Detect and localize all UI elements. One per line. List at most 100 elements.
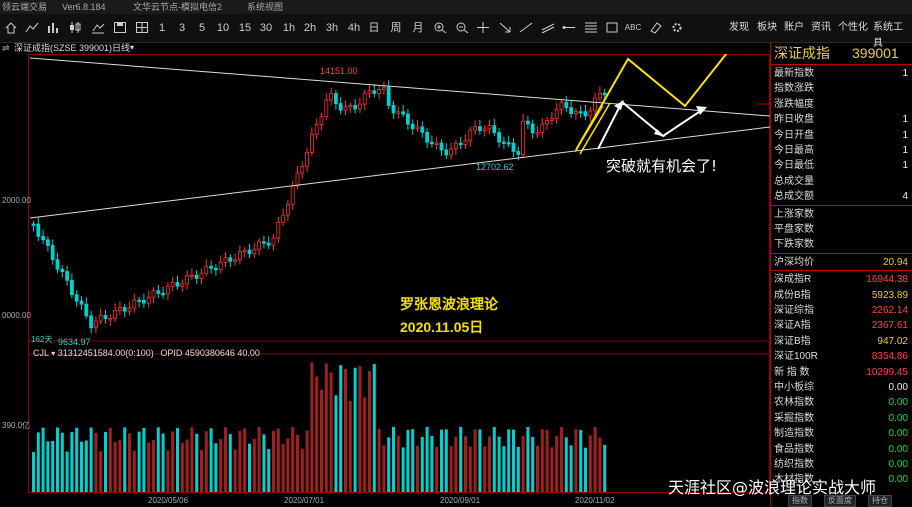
volume-bar [46, 441, 50, 492]
period-5[interactable]: 5 [195, 20, 209, 36]
candle [449, 148, 454, 156]
volume-bar [180, 442, 184, 492]
volume-bar [392, 427, 395, 492]
volume-bar [233, 449, 237, 492]
candle [31, 223, 36, 226]
period-1[interactable]: 1 [155, 20, 169, 36]
candle [377, 89, 382, 94]
candle [362, 92, 367, 105]
candle [372, 90, 377, 94]
row-label: 农林指数 [774, 397, 814, 409]
period-3h[interactable]: 3h [323, 20, 341, 36]
volume-bar [104, 431, 107, 492]
volume-bar [516, 446, 520, 492]
ray-tool-icon[interactable] [562, 21, 576, 34]
volume-bar [214, 443, 218, 492]
compare-icon[interactable] [91, 21, 105, 34]
candle [276, 221, 281, 239]
panel-row: 新 指 数 10299.45 [774, 365, 908, 380]
text-tool-button[interactable]: ABC [624, 20, 642, 36]
axis-label-2000: 2000.00 [2, 196, 31, 205]
volume-bar [344, 368, 347, 492]
fib-tool-icon[interactable] [584, 21, 598, 34]
system-view-menu[interactable]: 系统视图 [247, 0, 283, 14]
eraser-icon[interactable] [648, 21, 662, 34]
period-10[interactable]: 10 [214, 20, 232, 36]
line-tool-icon[interactable] [519, 21, 533, 34]
bar-chart-icon[interactable] [47, 21, 61, 34]
panel-rows: 最新指数 1 指数涨跌 涨跌幅度 昨日收盘 1 今日开盘 1 今日最高 1 今日最低 1 总成交量 总成交… [770, 62, 912, 502]
volume-value: 31312451584.00(0:100) [57, 348, 154, 358]
period-2h[interactable]: 2h [301, 20, 319, 36]
candle [559, 101, 564, 110]
watermark: 天涯社区@波浪理论实战大师 [668, 478, 877, 497]
zoom-out-icon[interactable] [455, 21, 469, 34]
chevron-down-icon[interactable]: ▾ [130, 42, 134, 54]
volume-bar [41, 427, 45, 492]
menu-personalize[interactable]: 个性化 [838, 20, 868, 36]
chart-period[interactable]: 日线 [112, 42, 130, 54]
volume-bar [324, 363, 328, 492]
gear-icon[interactable] [670, 21, 684, 34]
volume-bar [228, 434, 232, 492]
row-label: 今日最低 [774, 160, 814, 172]
row-value: 0.00 [888, 397, 908, 409]
candle [453, 142, 458, 150]
candle [468, 129, 473, 142]
row-label: 今日开盘 [774, 129, 814, 141]
period-30[interactable]: 30 [257, 20, 275, 36]
channel-tool-icon[interactable] [541, 21, 555, 34]
panel-row: 平盘家数 [774, 222, 908, 237]
grid-icon[interactable] [135, 21, 149, 34]
volume-bar [363, 397, 367, 492]
volume-bar [536, 445, 539, 492]
panel-row: 最新指数 1 [774, 66, 908, 81]
volume-bar [36, 432, 40, 492]
panel-row: 指数涨跌 [774, 81, 908, 96]
period-week[interactable]: 周 [389, 20, 403, 36]
period-1h[interactable]: 1h [280, 20, 298, 36]
row-label: 沪深均价 [774, 256, 814, 268]
period-15[interactable]: 15 [236, 20, 254, 36]
row-label: 食品指数 [774, 443, 814, 455]
candle [242, 249, 247, 252]
volume-bar [483, 446, 487, 492]
zoom-in-icon[interactable] [433, 21, 447, 34]
candle [429, 141, 434, 145]
chart-header: ⇌ 深证成指(SZSE 399001) 日线 ▾ [0, 42, 770, 54]
menu-sector[interactable]: 板块 [757, 20, 777, 36]
sync-icon[interactable]: ⇌ [2, 42, 10, 54]
volume-bar [89, 427, 93, 492]
candle [185, 275, 190, 285]
period-4h[interactable]: 4h [345, 20, 363, 36]
period-month[interactable]: 月 [411, 20, 425, 36]
candle [578, 111, 583, 114]
candle [535, 132, 540, 135]
panel-row: 上涨家数 [774, 207, 908, 222]
days-label: 162天 [31, 335, 53, 344]
candle [492, 125, 497, 133]
menu-news[interactable]: 资讯 [811, 20, 831, 36]
chevron-down-icon[interactable]: ▾ [51, 349, 55, 358]
menu-discover[interactable]: 发现 [729, 20, 749, 36]
candle-icon[interactable] [68, 21, 82, 34]
chart-canvas[interactable] [0, 54, 770, 507]
period-3[interactable]: 3 [175, 20, 189, 36]
panel-row: 深证综指 2262.14 [774, 303, 908, 318]
home-icon[interactable] [4, 21, 18, 34]
rect-tool-icon[interactable] [605, 21, 619, 34]
save-icon[interactable] [113, 21, 127, 34]
version-text: Ver6.8.184 [62, 2, 106, 12]
arrow-tool-icon[interactable] [498, 21, 512, 34]
candle [194, 274, 199, 279]
volume-bar [406, 429, 410, 492]
menu-account[interactable]: 账户 [784, 20, 804, 36]
crosshair-icon[interactable] [476, 21, 490, 34]
volume-bar [94, 432, 98, 492]
period-day[interactable]: 日 [367, 20, 381, 36]
volume-bar [531, 436, 535, 492]
volume-bar [555, 435, 559, 492]
line-chart-icon[interactable] [25, 21, 39, 34]
candle [132, 299, 137, 309]
candle [386, 86, 391, 106]
